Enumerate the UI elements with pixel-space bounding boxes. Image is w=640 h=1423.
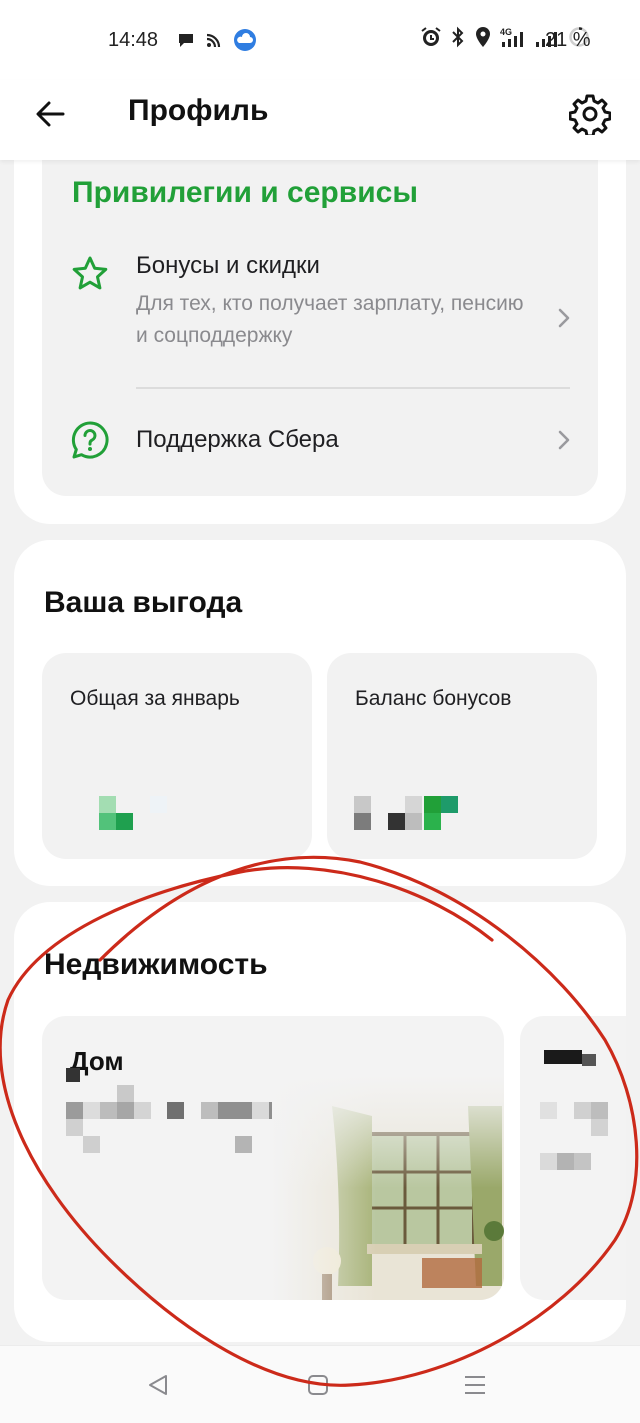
system-nav-bar [0,1345,640,1423]
bonus-balance-tile[interactable]: Баланс бонусов [327,653,597,859]
status-time: 14:48 [108,29,159,51]
privileges-card: Привилегии и сервисы Бонусы и скидки Для… [14,160,626,524]
battery-percent: 21 % [545,29,591,51]
nav-home-button[interactable] [301,1368,335,1402]
sber-support-item[interactable]: Поддержка Сбера [42,400,598,480]
question-chat-icon [71,421,109,459]
nav-back-button[interactable] [141,1368,175,1402]
app-header: Профиль [0,80,640,160]
alarm-icon [421,27,441,46]
menu-lines-icon [465,1376,485,1394]
settings-button[interactable] [566,90,614,138]
nav-menu-button[interactable] [458,1368,492,1402]
triangle-back-icon [149,1375,167,1395]
chevron-right-icon [558,430,570,450]
bonus-balance-label: Баланс бонусов [355,687,512,710]
privileges-title: Привилегии и сервисы [72,176,418,209]
total-january-label: Общая за январь [70,687,240,710]
location-icon [476,27,490,47]
privileges-list: Привилегии и сервисы Бонусы и скидки Для… [42,160,598,496]
cast-icon [206,33,221,48]
chevron-right-icon [558,308,570,328]
benefit-title: Ваша выгода [44,586,243,619]
benefit-card: Ваша выгода Общая за январь Баланс бонус… [14,540,626,886]
bluetooth-icon [452,26,464,48]
real-estate-title: Недвижимость [44,948,268,981]
profile-content[interactable]: Привилегии и сервисы Бонусы и скидки Для… [0,160,640,1345]
divider [136,387,570,389]
bonuses-subtitle: Для тех, кто получает зарплату, пенсию и… [136,292,524,347]
back-button[interactable] [28,92,72,136]
sber-support-title: Поддержка Сбера [136,426,339,453]
arrow-left-icon [36,101,65,127]
status-bar: 14:48 4G 21 % [0,0,640,80]
square-home-icon [308,1375,328,1395]
message-icon [179,34,193,47]
second-property-card[interactable] [520,1016,626,1300]
star-icon [72,256,108,290]
signal-4g-icon: 4G [500,27,523,47]
house-illustration [272,1076,504,1300]
real-estate-card: Недвижимость Дом [14,902,626,1342]
bonuses-title: Бонусы и скидки [136,252,320,279]
weather-icon [234,29,256,51]
total-january-tile[interactable]: Общая за январь [42,653,312,859]
page-title: Профиль [128,94,269,127]
bonuses-item[interactable]: Бонусы и скидки Для тех, кто получает за… [42,240,598,370]
house-card[interactable]: Дом [42,1016,504,1300]
gear-icon [569,94,611,135]
svg-text:4G: 4G [500,27,512,37]
